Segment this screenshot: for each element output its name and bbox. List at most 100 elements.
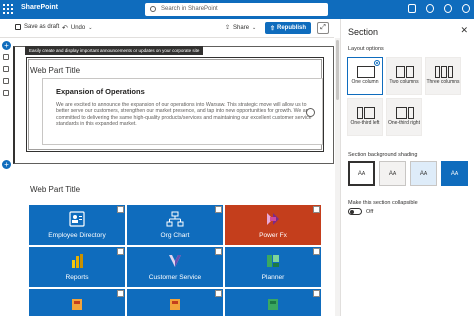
- command-bar: Save as draft ↶ Undo ⌄ ⇪ Share ⌄ ⇧ Repub…: [0, 19, 334, 38]
- layout-one-column[interactable]: One column: [347, 57, 383, 95]
- tile-app[interactable]: [127, 289, 223, 316]
- select-checkbox[interactable]: [117, 206, 124, 213]
- collapsible-label: Make this section collapsible: [348, 200, 418, 206]
- two-columns-icon: [396, 66, 414, 78]
- notifications-icon[interactable]: [408, 4, 416, 13]
- tile-power-fx[interactable]: Power Fx: [225, 205, 321, 245]
- one-third-right-icon: [396, 107, 414, 119]
- tile-reports[interactable]: Reports: [29, 247, 125, 287]
- webpart-title-2[interactable]: Web Part Title: [30, 185, 80, 194]
- tile-app[interactable]: [29, 289, 125, 316]
- delete-section-icon[interactable]: [3, 90, 9, 96]
- one-third-left-icon: [357, 107, 375, 119]
- undo-button[interactable]: ↶ Undo ⌄: [62, 24, 92, 32]
- undo-label: Undo: [70, 25, 86, 31]
- layout-label: Two columns: [389, 79, 419, 85]
- select-checkbox[interactable]: [313, 290, 320, 297]
- share-button[interactable]: ⇪ Share ⌄: [225, 24, 257, 32]
- app-name[interactable]: SharePoint: [21, 4, 58, 11]
- republish-label: Republish: [277, 25, 307, 31]
- org-chart-icon: [166, 211, 184, 227]
- save-icon: [15, 24, 21, 30]
- layout-options-label: Layout options: [348, 46, 384, 52]
- add-section-button[interactable]: +: [2, 41, 11, 50]
- move-section-icon[interactable]: [3, 66, 9, 72]
- toggle-state-label: Off: [366, 209, 374, 215]
- save-draft-label: Save as draft: [24, 24, 60, 30]
- select-checkbox[interactable]: [117, 248, 124, 255]
- quick-links-grid: Employee Directory Org Chart Power Fx Re…: [29, 205, 334, 316]
- layout-options: One column Two columns Three columns One…: [347, 57, 461, 136]
- tile-planner[interactable]: Planner: [225, 247, 321, 287]
- section-property-pane: Section ✕ Layout options One column Two …: [340, 19, 474, 316]
- tile-label: Org Chart: [160, 232, 190, 239]
- chevron-down-icon: ⌄: [88, 25, 93, 31]
- select-checkbox[interactable]: [117, 290, 124, 297]
- chevron-down-icon: ⌄: [252, 24, 257, 31]
- select-checkbox[interactable]: [313, 206, 320, 213]
- suite-icons: [408, 4, 470, 13]
- edit-section-icon[interactable]: [3, 54, 9, 60]
- search-placeholder: Search in SharePoint: [161, 6, 218, 12]
- select-checkbox[interactable]: [215, 248, 222, 255]
- people-card-icon: [69, 211, 85, 227]
- move-handle-icon[interactable]: [306, 108, 315, 117]
- suite-bar: SharePoint Search in SharePoint: [0, 0, 474, 19]
- page-canvas: Easily create and display important anno…: [13, 38, 334, 316]
- layout-label: Three columns: [426, 79, 460, 85]
- section-toolbar: + +: [0, 38, 13, 316]
- undo-icon: ↶: [62, 25, 68, 32]
- layout-one-third-right[interactable]: One-third right: [386, 98, 422, 136]
- tile-employee-directory[interactable]: Employee Directory: [29, 205, 125, 245]
- select-checkbox[interactable]: [215, 290, 222, 297]
- avatar[interactable]: [462, 4, 470, 13]
- app-launcher-icon[interactable]: [3, 4, 13, 14]
- search-icon: [150, 6, 156, 12]
- power-fx-icon: [267, 213, 279, 225]
- republish-icon: ⇧: [269, 25, 275, 32]
- one-column-icon: [357, 66, 375, 78]
- select-checkbox[interactable]: [313, 248, 320, 255]
- tile-label: Power Fx: [259, 232, 287, 239]
- shade-neutral-option[interactable]: AA: [379, 161, 406, 186]
- search-box[interactable]: Search in SharePoint: [145, 3, 328, 16]
- layout-one-third-left[interactable]: One-third left: [347, 98, 383, 136]
- announcement-card: Expansion of Operations We are excited t…: [42, 78, 323, 145]
- tile-app[interactable]: [225, 289, 321, 316]
- layout-label: One column: [351, 79, 379, 85]
- scroll-thumb[interactable]: [336, 40, 339, 100]
- collapsible-toggle[interactable]: [348, 208, 362, 215]
- collapse-panel-button[interactable]: ⤢: [317, 22, 329, 34]
- announcement-heading: Expansion of Operations: [56, 87, 145, 96]
- planner-icon: [267, 255, 279, 267]
- customer-service-icon: [169, 255, 181, 267]
- close-icon[interactable]: ✕: [460, 25, 468, 36]
- layout-two-columns[interactable]: Two columns: [386, 57, 422, 95]
- layout-three-columns[interactable]: Three columns: [425, 57, 461, 95]
- pane-title: Section: [348, 27, 379, 37]
- help-icon[interactable]: [444, 4, 452, 13]
- shade-soft-option[interactable]: AA: [410, 161, 437, 186]
- layout-label: One-third left: [350, 120, 380, 126]
- add-section-button[interactable]: +: [2, 160, 11, 169]
- tile-label: Customer Service: [148, 274, 202, 281]
- announcement-body: We are excited to announce the expansion…: [56, 102, 312, 127]
- select-checkbox[interactable]: [215, 206, 222, 213]
- layout-label: One-third right: [388, 120, 420, 126]
- reports-icon: [72, 254, 83, 268]
- republish-button[interactable]: ⇧ Republish: [265, 22, 311, 34]
- app-icon: [72, 299, 82, 310]
- share-label: Share: [233, 24, 250, 31]
- shade-strong-option[interactable]: AA: [441, 161, 468, 186]
- shade-none-option[interactable]: AA: [348, 161, 375, 186]
- app-icon: [268, 299, 278, 310]
- tile-org-chart[interactable]: Org Chart: [127, 205, 223, 245]
- settings-icon[interactable]: [426, 4, 434, 13]
- tile-label: Reports: [65, 274, 89, 281]
- duplicate-section-icon[interactable]: [3, 78, 9, 84]
- tile-label: Planner: [261, 274, 285, 281]
- shading-options: AA AA AA AA: [348, 161, 468, 186]
- tile-customer-service[interactable]: Customer Service: [127, 247, 223, 287]
- webpart-title[interactable]: Web Part Title: [30, 66, 80, 75]
- save-draft-button[interactable]: Save as draft: [15, 24, 59, 30]
